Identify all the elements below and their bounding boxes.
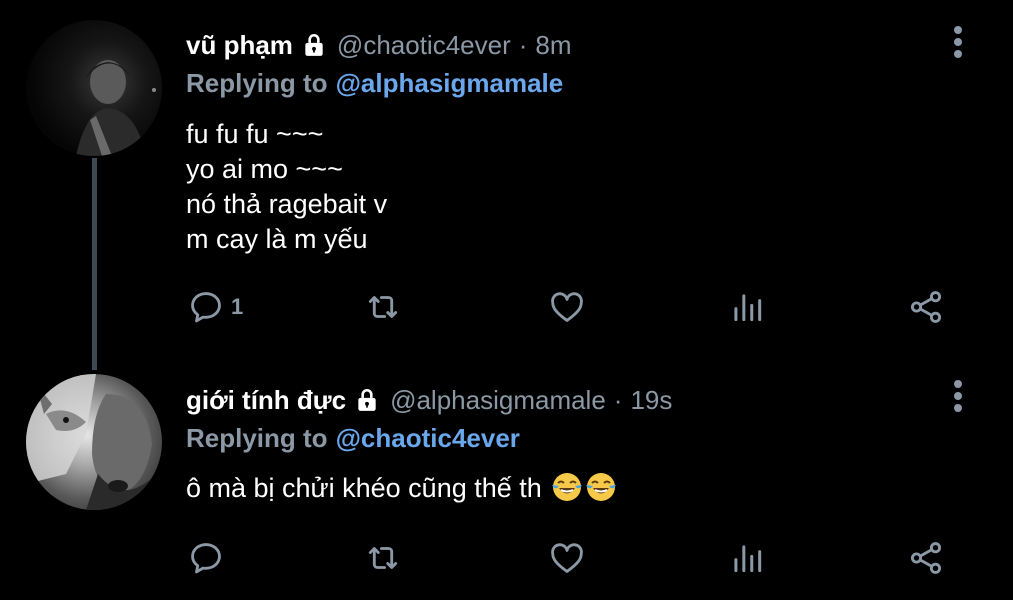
- mention-link[interactable]: @chaotic4ever: [336, 423, 520, 453]
- avatar[interactable]: [26, 20, 162, 156]
- analytics-icon: [734, 545, 762, 573]
- like-icon: [551, 292, 583, 322]
- more-icon[interactable]: [950, 380, 966, 416]
- separator-dot: ·: [518, 29, 528, 60]
- more-icon[interactable]: [950, 26, 966, 62]
- share-icon: [910, 291, 942, 323]
- action-bar: 1: [0, 285, 1013, 329]
- replying-to: Replying to @chaotic4ever: [186, 423, 520, 454]
- text-line: ô mà bị chửi khéo cũng thế th: [186, 473, 542, 503]
- like-button[interactable]: [548, 285, 586, 329]
- retweet-icon: [368, 547, 398, 569]
- retweet-button[interactable]: [364, 285, 402, 329]
- retweet-button[interactable]: [364, 536, 402, 580]
- analytics-icon: [734, 294, 762, 322]
- tears-of-joy-emoji-icon: [586, 473, 617, 501]
- text-line: yo ai mo ~~~: [186, 154, 343, 184]
- thread-line: [92, 158, 97, 370]
- tears-of-joy-emoji-icon: [552, 473, 583, 501]
- avatar[interactable]: [26, 374, 162, 510]
- analytics-button[interactable]: [728, 285, 766, 329]
- share-button[interactable]: [907, 536, 945, 580]
- lock-icon: [305, 33, 323, 56]
- analytics-button[interactable]: [728, 536, 766, 580]
- reply-icon: [191, 543, 221, 574]
- text-line: m cay là m yếu: [186, 224, 368, 254]
- reply-count: 1: [231, 294, 244, 319]
- text-line: fu fu fu ~~~: [186, 119, 324, 149]
- user-handle[interactable]: @chaotic4ever: [337, 30, 511, 61]
- tweet-text: ô mà bị chửi khéo cũng thế th: [186, 471, 617, 506]
- timestamp[interactable]: 19s: [630, 385, 672, 416]
- share-button[interactable]: [907, 285, 945, 329]
- tweet-header: vũ phạm @chaotic4ever · 8m: [186, 27, 572, 63]
- timestamp[interactable]: 8m: [535, 30, 571, 61]
- reply-button[interactable]: [187, 536, 231, 580]
- share-icon: [910, 542, 942, 574]
- retweet-icon: [368, 296, 398, 318]
- tweet-header: giới tính đực @alphasigmamale · 19s: [186, 382, 672, 418]
- display-name[interactable]: giới tính đực: [186, 385, 346, 416]
- tweet-1[interactable]: vũ phạm @chaotic4ever · 8m Replying to @a…: [0, 0, 1013, 370]
- like-icon: [551, 543, 583, 573]
- tweet-text: fu fu fu ~~~ yo ai mo ~~~ nó thả ragebai…: [186, 117, 387, 257]
- tweet-2[interactable]: giới tính đực @alphasigmamale · 19s Repl…: [0, 370, 1013, 600]
- reply-icon: [191, 292, 221, 323]
- action-bar: [0, 536, 1013, 580]
- text-line: nó thả ragebait v: [186, 189, 388, 219]
- like-button[interactable]: [548, 536, 586, 580]
- user-handle[interactable]: @alphasigmamale: [390, 385, 606, 416]
- replying-to: Replying to @alphasigmamale: [186, 68, 563, 99]
- replying-label: Replying to: [186, 423, 328, 453]
- mention-link[interactable]: @alphasigmamale: [336, 68, 564, 98]
- separator-dot: ·: [613, 384, 623, 415]
- replying-label: Replying to: [186, 68, 328, 98]
- lock-icon: [358, 388, 376, 411]
- reply-button[interactable]: 1: [187, 285, 243, 329]
- display-name[interactable]: vũ phạm: [186, 30, 293, 61]
